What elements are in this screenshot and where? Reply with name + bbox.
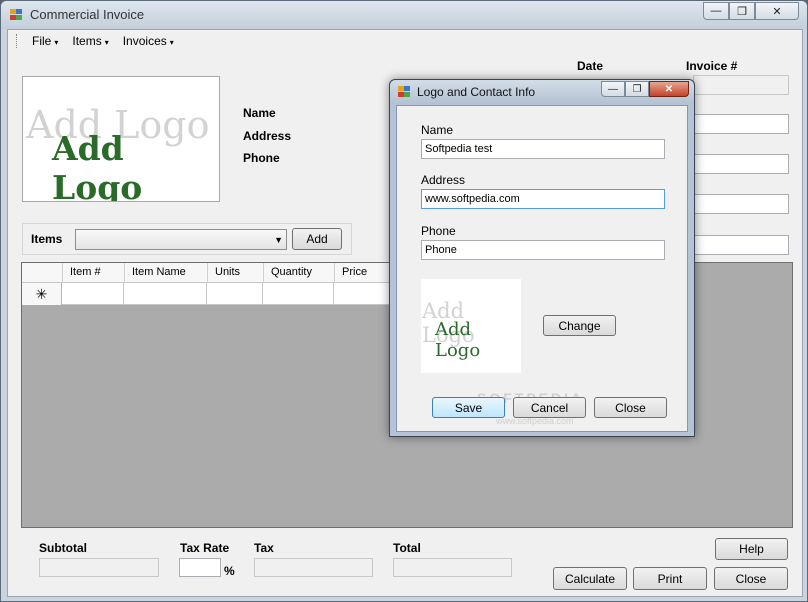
total-field — [393, 558, 512, 577]
address-label: Address — [243, 129, 292, 143]
grid-corner — [22, 263, 63, 283]
name-label: Name — [243, 106, 276, 120]
tax-label: Tax — [254, 541, 274, 555]
save-button[interactable]: Save — [432, 397, 505, 418]
chevron-down-icon: ▾ — [104, 38, 109, 47]
menu-file[interactable]: File ▾ — [25, 34, 65, 48]
logo-picture[interactable]: Add Logo Add Logo — [22, 76, 220, 202]
window-close-button[interactable]: ✕ — [755, 2, 799, 20]
dialog-logo-preview: Add Logo Add Logo — [421, 279, 521, 373]
logo-contact-dialog: Logo and Contact Info — ❐ ✕ Name Softped… — [389, 79, 695, 437]
dialog-app-icon — [398, 86, 411, 98]
dialog-address-label: Address — [421, 173, 466, 187]
column-header-quantity[interactable]: Quantity — [264, 263, 335, 283]
dialog-logo-text: Add Logo — [435, 319, 481, 361]
menu-bar: File ▾ Items ▾ Invoices ▾ — [8, 30, 802, 52]
cell-item-number[interactable] — [62, 283, 124, 305]
close-icon: ✕ — [772, 5, 782, 18]
add-item-button[interactable]: Add — [292, 228, 342, 250]
dialog-phone-label: Phone — [421, 224, 456, 238]
cancel-button[interactable]: Cancel — [513, 397, 586, 418]
menu-grip — [16, 34, 19, 48]
items-dropdown[interactable]: ▼ — [75, 229, 287, 250]
cell-quantity[interactable] — [263, 283, 334, 305]
bill-to-field-3[interactable] — [693, 194, 789, 214]
menu-invoices[interactable]: Invoices ▾ — [116, 34, 181, 48]
chevron-down-icon: ▾ — [169, 38, 174, 47]
total-label: Total — [393, 541, 421, 555]
chevron-down-icon: ▾ — [54, 38, 59, 47]
bill-to-field-1[interactable] — [693, 114, 789, 134]
dialog-address-field[interactable]: www.softpedia.com — [421, 189, 665, 209]
main-titlebar[interactable]: Commercial Invoice — ❐ ✕ — [1, 1, 807, 29]
column-header-units[interactable]: Units — [208, 263, 264, 283]
dialog-name-field[interactable]: Softpedia test — [421, 139, 665, 159]
close-icon: ✕ — [664, 83, 674, 95]
invoice-number-field[interactable] — [693, 75, 789, 95]
invoice-number-label: Invoice # — [686, 59, 738, 73]
menu-items[interactable]: Items ▾ — [65, 34, 115, 48]
dialog-close-button[interactable]: Close — [594, 397, 667, 418]
dropdown-arrow-icon: ▼ — [274, 235, 283, 245]
help-button[interactable]: Help — [715, 538, 788, 560]
percent-label: % — [224, 564, 235, 578]
app-icon — [10, 9, 23, 21]
date-label: Date — [577, 59, 604, 73]
minimize-icon: — — [608, 83, 618, 95]
dialog-client-area: Name Softpedia test Address www.softpedi… — [396, 105, 688, 432]
close-button[interactable]: Close — [714, 567, 788, 590]
tax-field — [254, 558, 373, 577]
minimize-button[interactable]: — — [703, 2, 729, 20]
minimize-icon: — — [710, 5, 722, 17]
bill-to-field-4[interactable] — [693, 235, 789, 255]
subtotal-label: Subtotal — [39, 541, 87, 555]
window-title: Commercial Invoice — [30, 7, 145, 22]
new-row-icon: ✳ — [22, 283, 62, 305]
dialog-name-label: Name — [421, 123, 454, 137]
column-header-item-number[interactable]: Item # — [63, 263, 125, 283]
calculate-button[interactable]: Calculate — [553, 567, 627, 590]
grid-header: Item # Item Name Units Quantity Price — [22, 263, 395, 283]
column-header-item-name[interactable]: Item Name — [125, 263, 208, 283]
items-label: Items — [31, 232, 63, 246]
dialog-close-x-button[interactable]: ✕ — [649, 81, 689, 97]
column-header-price[interactable]: Price — [335, 263, 395, 283]
bill-to-field-2[interactable] — [693, 154, 789, 174]
change-logo-button[interactable]: Change — [543, 315, 616, 336]
dialog-maximize-button[interactable]: ❐ — [625, 81, 649, 97]
cell-price[interactable] — [334, 283, 394, 305]
print-button[interactable]: Print — [633, 567, 707, 590]
subtotal-field — [39, 558, 159, 577]
cell-item-name[interactable] — [124, 283, 207, 305]
tax-rate-field[interactable] — [179, 558, 221, 577]
maximize-icon: ❐ — [737, 5, 747, 18]
logo-text: Add Logo — [52, 129, 143, 202]
dialog-minimize-button[interactable]: — — [601, 81, 625, 97]
tax-rate-label: Tax Rate — [180, 541, 230, 555]
maximize-icon: ❐ — [632, 83, 642, 95]
cell-units[interactable] — [207, 283, 263, 305]
maximize-button[interactable]: ❐ — [729, 2, 755, 20]
table-row[interactable]: ✳ — [22, 283, 394, 305]
dialog-phone-field[interactable]: Phone — [421, 240, 665, 260]
dialog-titlebar[interactable]: Logo and Contact Info — ❐ ✕ — [390, 80, 694, 104]
dialog-title: Logo and Contact Info — [417, 85, 536, 99]
phone-label: Phone — [243, 151, 280, 165]
